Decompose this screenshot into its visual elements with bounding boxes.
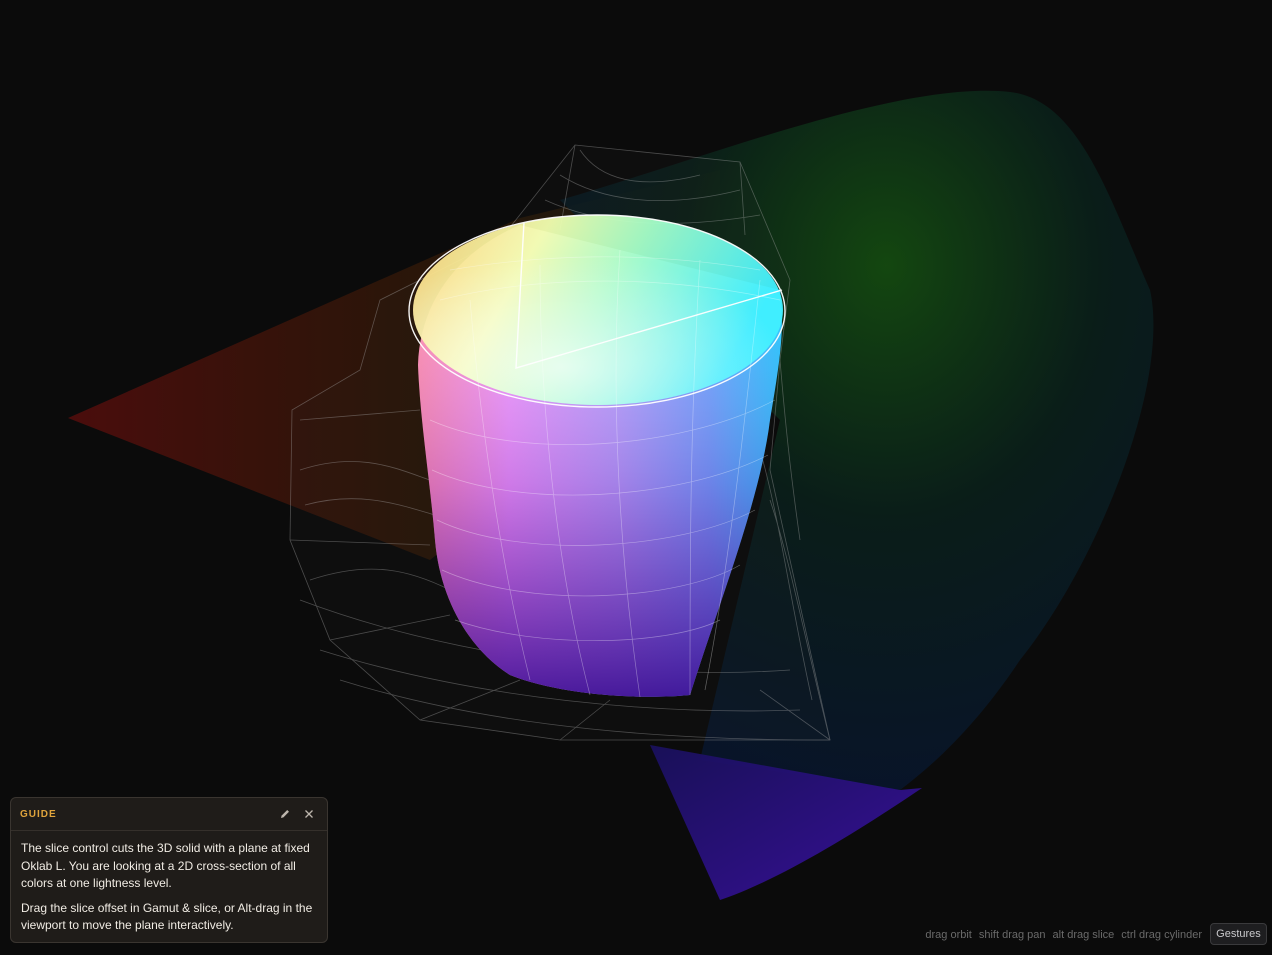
hint-slice: alt drag slice xyxy=(1052,929,1115,941)
guide-header: GUIDE xyxy=(11,798,327,831)
hint-orbit: drag orbit xyxy=(925,929,972,941)
hint-pan: shift drag pan xyxy=(978,929,1046,941)
gesture-hints: drag orbit shift drag pan alt drag slice… xyxy=(918,926,1202,944)
guide-title: GUIDE xyxy=(20,808,57,820)
gestures-button[interactable]: Gestures xyxy=(1210,923,1267,945)
guide-panel: GUIDE The slice control cuts the 3D soli… xyxy=(10,797,328,943)
guide-paragraph: Drag the slice offset in Gamut & slice, … xyxy=(21,900,313,933)
close-icon xyxy=(305,810,313,818)
close-button[interactable] xyxy=(299,804,319,824)
guide-paragraph: The slice control cuts the 3D solid with… xyxy=(21,841,310,890)
guide-body: The slice control cuts the 3D solid with… xyxy=(11,831,327,935)
pencil-icon xyxy=(281,810,289,818)
edit-button[interactable] xyxy=(275,804,295,824)
hint-cylinder: ctrl drag cylinder xyxy=(1121,929,1202,941)
